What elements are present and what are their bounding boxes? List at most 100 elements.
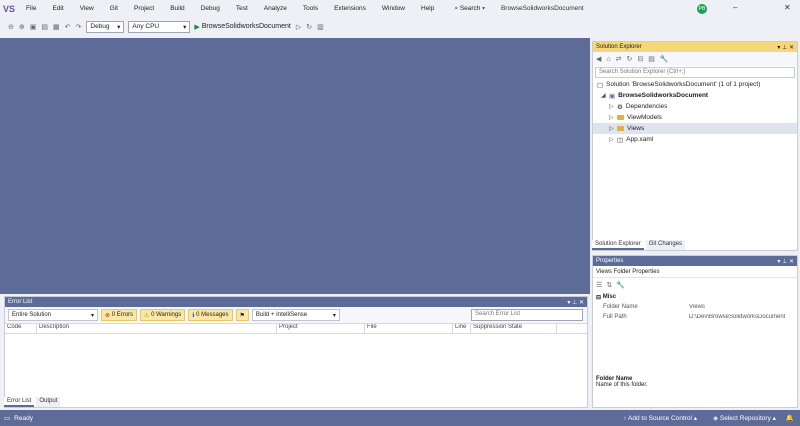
menu-debug[interactable]: Debug: [193, 5, 228, 12]
toolbox-icon[interactable]: ▥: [317, 23, 324, 31]
forward-icon[interactable]: ⊕: [19, 23, 25, 31]
search-menu[interactable]: ⌕ Search ▾: [448, 5, 491, 13]
error-list-columns: Code Description Project File Line Suppr…: [5, 324, 587, 334]
chevron-right-icon[interactable]: ▷: [609, 136, 617, 143]
properties-section[interactable]: ⊟ Misc: [593, 292, 797, 302]
vs-logo-icon: VS: [2, 3, 15, 14]
panel-controls-icon[interactable]: ▾ ⊥ ✕: [567, 299, 584, 306]
error-list-header: Error List ▾ ⊥ ✕: [5, 297, 587, 307]
open-folder-icon[interactable]: ▤: [41, 23, 48, 31]
column-file[interactable]: File: [365, 324, 453, 333]
redo-icon[interactable]: ↷: [76, 23, 82, 31]
properties-object-selector[interactable]: Views Folder Properties: [593, 266, 797, 278]
menu-help[interactable]: Help: [413, 5, 442, 12]
menu-file[interactable]: File: [18, 5, 44, 12]
minimize-icon[interactable]: –: [733, 3, 737, 12]
tree-project[interactable]: ◢ ▣ BrowseSolidworksDocument: [593, 90, 797, 101]
menu-view[interactable]: View: [72, 5, 102, 12]
panel-title: Error List: [8, 299, 33, 305]
menu-window[interactable]: Window: [374, 5, 413, 12]
back-icon[interactable]: ⊖: [8, 23, 14, 31]
build-filter-dropdown[interactable]: Build + IntelliSense ▾: [251, 309, 340, 321]
menu-tools[interactable]: Tools: [295, 5, 326, 12]
project-icon: ▣: [609, 92, 616, 100]
status-ready: Ready: [14, 414, 33, 422]
filter-icon[interactable]: ⚑: [235, 309, 249, 321]
property-row[interactable]: Folder Name Views: [593, 302, 797, 312]
tree-views[interactable]: ▷ Views: [593, 123, 797, 134]
tree-app-xaml[interactable]: ▷ ◫ App.xaml: [593, 134, 797, 145]
warnings-filter-button[interactable]: ⚠ 0 Warnings: [140, 309, 186, 321]
toolbar: ⊖ ⊕ ▣ ▤ ▦ ↶ ↷ Debug ▾ Any CPU ▾ ▶ BrowseSo…: [0, 17, 800, 36]
config-dropdown[interactable]: Debug ▾: [86, 20, 125, 33]
properties-toolbar: ☰ ⇅ 🔧: [593, 278, 797, 292]
solution-explorer-header: Solution Explorer ▾ ⊥ ✕: [593, 42, 797, 52]
menu-project[interactable]: Project: [126, 5, 162, 12]
bottom-tabs: Error List Output: [4, 397, 62, 407]
menu-edit[interactable]: Edit: [44, 5, 71, 12]
close-icon[interactable]: ✕: [784, 3, 791, 12]
status-bar: ▭ Ready ↑ Add to Source Control ▴ ◈ Sele…: [0, 410, 800, 426]
column-suppression[interactable]: Suppression State: [471, 324, 557, 333]
undo-icon[interactable]: ↶: [65, 23, 71, 31]
error-list-search-input[interactable]: Search Error List: [471, 309, 583, 321]
solution-search-input[interactable]: Search Solution Explorer (Ctrl+;): [595, 67, 795, 78]
document-area: [0, 38, 590, 294]
chevron-right-icon[interactable]: ▷: [609, 103, 617, 110]
refresh-icon[interactable]: ↻: [627, 55, 633, 63]
messages-filter-button[interactable]: ℹ 0 Messages: [188, 309, 233, 321]
tree-solution[interactable]: ▢ Solution 'BrowseSolidworksDocument' (1 …: [593, 79, 797, 90]
property-description: Folder Name Name of this folder.: [596, 376, 648, 388]
column-line[interactable]: Line: [453, 324, 471, 333]
properties-header: Properties ▾ ⊥ ✕: [593, 256, 797, 266]
hot-reload-icon[interactable]: ↻: [306, 23, 312, 31]
platform-dropdown[interactable]: Any CPU ▾: [128, 20, 191, 33]
properties-panel: Properties ▾ ⊥ ✕ Views Folder Properties…: [592, 255, 798, 408]
chevron-down-icon: ▾: [332, 312, 336, 319]
column-project[interactable]: Project: [277, 324, 365, 333]
chevron-down-icon: ▾: [90, 312, 94, 319]
chevron-right-icon[interactable]: ▷: [609, 125, 617, 132]
tab-solution-explorer[interactable]: Solution Explorer: [592, 240, 644, 250]
chevron-right-icon[interactable]: ▷: [609, 114, 617, 121]
run-target-button[interactable]: BrowseSolidworksDocument: [202, 23, 291, 30]
sync-icon[interactable]: ⇄: [616, 55, 622, 63]
categorized-icon[interactable]: ☰: [596, 281, 602, 289]
tab-error-list[interactable]: Error List: [4, 397, 35, 407]
home-icon[interactable]: ⌂: [606, 56, 610, 63]
start-without-debug-icon[interactable]: ▷: [296, 23, 301, 31]
property-pages-icon[interactable]: 🔧: [616, 281, 625, 289]
collapse-all-icon[interactable]: ⊟: [637, 55, 643, 63]
panel-title: Properties: [596, 258, 624, 264]
new-file-icon[interactable]: ▣: [30, 23, 37, 31]
alphabetical-icon[interactable]: ⇅: [606, 281, 612, 289]
menu-build[interactable]: Build: [162, 5, 192, 12]
properties-icon[interactable]: 🔧: [660, 55, 669, 63]
menu-git[interactable]: Git: [102, 5, 126, 12]
tree-viewmodels[interactable]: ▷ ViewModels: [593, 112, 797, 123]
tab-output[interactable]: Output: [36, 397, 61, 407]
errors-filter-button[interactable]: ⊗ 0 Errors: [101, 309, 138, 321]
tree-dependencies[interactable]: ▷ ⚙ Dependencies: [593, 101, 797, 112]
chevron-down-icon[interactable]: ◢: [601, 92, 609, 99]
panel-controls-icon[interactable]: ▾ ⊥ ✕: [777, 44, 794, 51]
menu-extensions[interactable]: Extensions: [326, 5, 374, 12]
show-all-files-icon[interactable]: ▤: [648, 55, 655, 63]
add-to-source-control-button[interactable]: ↑ Add to Source Control ▴: [623, 414, 697, 422]
property-row[interactable]: Full Path D:\Dev\BrowseSolidworksDocument: [593, 312, 797, 322]
folder-icon: [617, 126, 624, 131]
start-icon[interactable]: ▶: [194, 23, 199, 31]
column-code[interactable]: Code: [5, 324, 37, 333]
menu-analyze[interactable]: Analyze: [256, 5, 295, 12]
save-icon[interactable]: ▦: [53, 23, 60, 31]
column-description[interactable]: Description: [37, 324, 277, 333]
avatar[interactable]: PB: [697, 4, 707, 14]
tab-git-changes[interactable]: Git Changes: [645, 240, 686, 250]
collapse-icon[interactable]: ⊟: [596, 294, 603, 301]
panel-controls-icon[interactable]: ▾ ⊥ ✕: [777, 258, 794, 265]
back-icon[interactable]: ◀: [596, 55, 601, 63]
select-repository-button[interactable]: ◈ Select Repository ▴: [713, 414, 776, 422]
scope-dropdown[interactable]: Entire Solution ▾: [8, 309, 98, 321]
menu-test[interactable]: Test: [228, 5, 256, 12]
notifications-icon[interactable]: 🔔: [786, 414, 794, 422]
